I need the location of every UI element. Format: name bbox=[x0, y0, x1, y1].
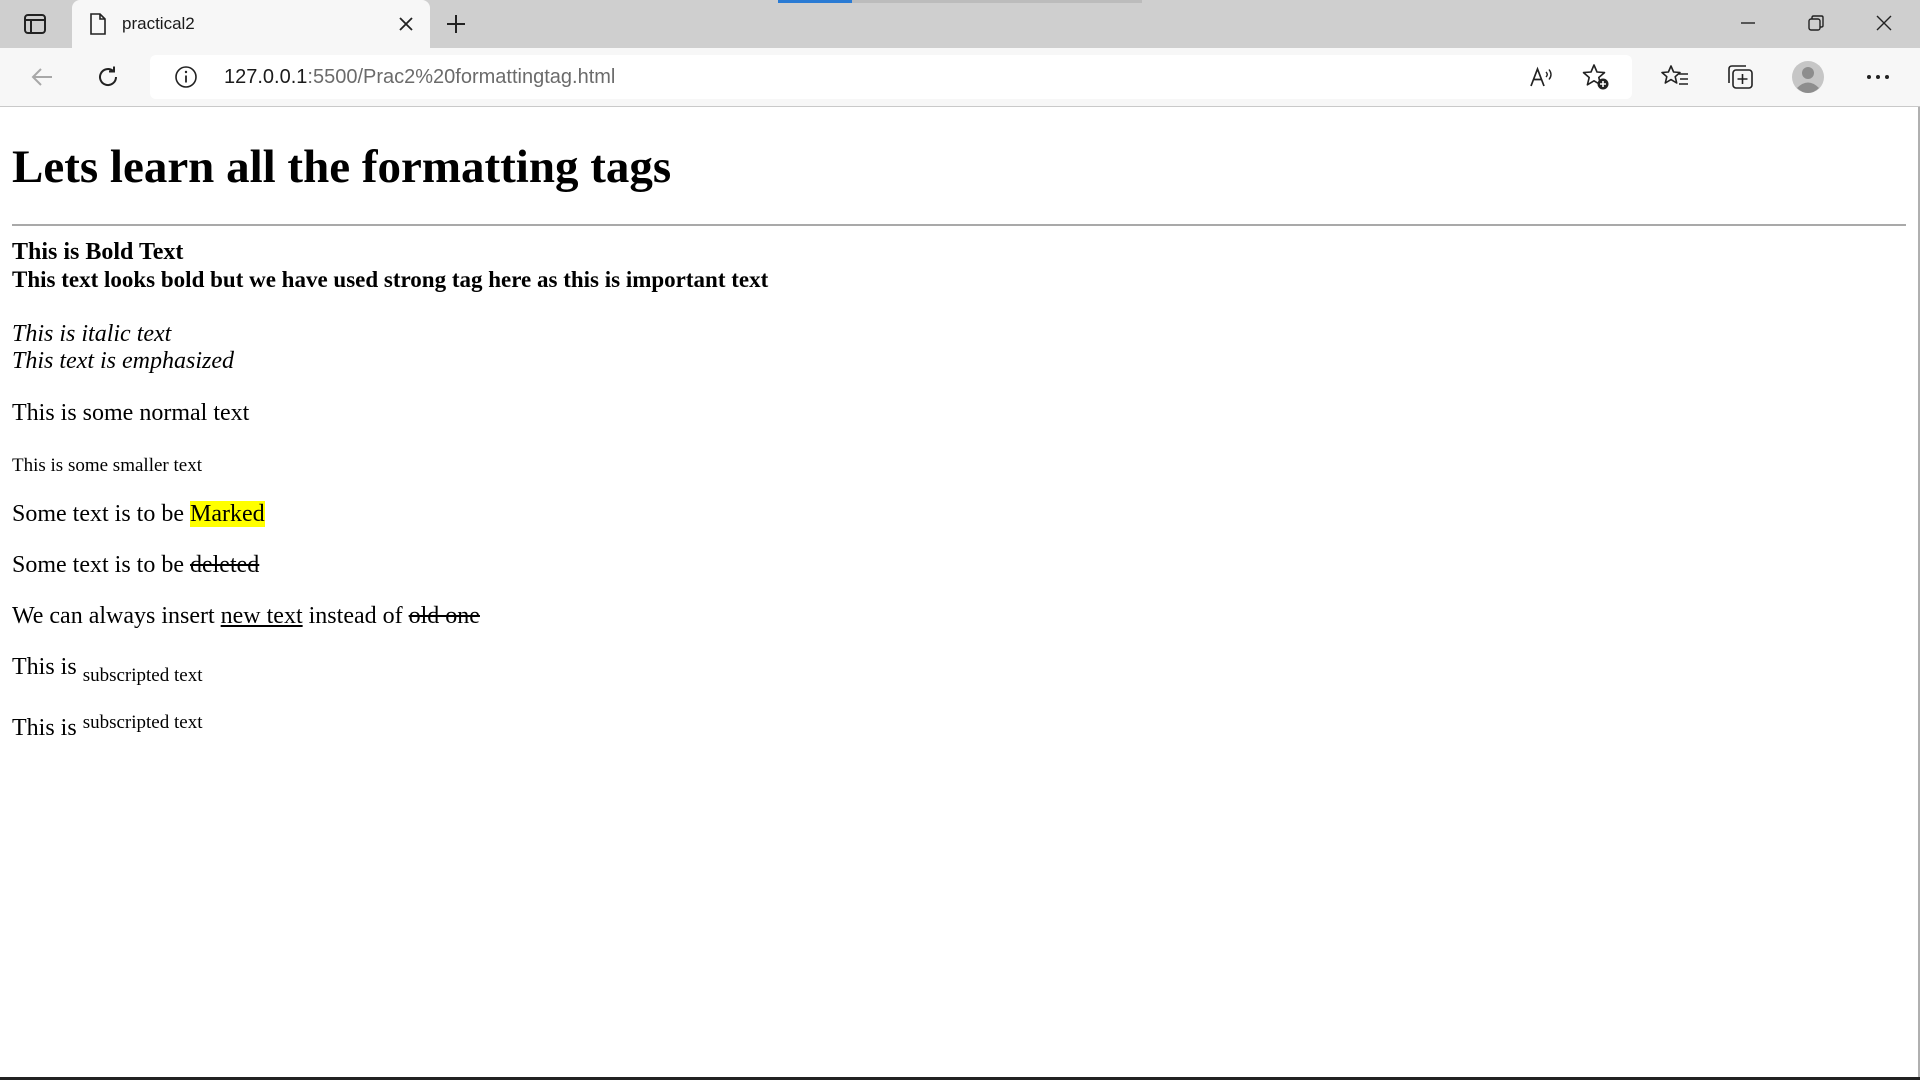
profile-button[interactable] bbox=[1788, 57, 1828, 97]
document-icon bbox=[88, 12, 108, 36]
emphasized-text: This text is emphasized bbox=[12, 348, 234, 374]
star-add-icon bbox=[1582, 64, 1609, 90]
minimize-button[interactable] bbox=[1714, 0, 1782, 46]
deleted-line-prefix: Some text is to be bbox=[12, 552, 190, 578]
close-icon bbox=[399, 17, 413, 31]
close-icon bbox=[1876, 15, 1892, 31]
inserted-text: new text bbox=[220, 603, 303, 629]
superscript-text: subscripted text bbox=[82, 712, 203, 733]
bold-text: This is Bold Text bbox=[12, 239, 184, 265]
url-path: :5500/Prac2%20formattingtag.html bbox=[307, 66, 616, 88]
minimize-icon bbox=[1741, 22, 1755, 24]
refresh-icon bbox=[99, 66, 118, 86]
settings-more-button[interactable] bbox=[1858, 57, 1898, 97]
more-icon bbox=[1867, 75, 1889, 79]
tab-actions-button[interactable] bbox=[0, 0, 70, 48]
old-deleted-text: old one bbox=[408, 603, 480, 629]
url-text[interactable]: 127.0.0.1:5500/Prac2%20formattingtag.htm… bbox=[224, 55, 615, 99]
restore-icon bbox=[1808, 15, 1824, 31]
loading-indicator bbox=[778, 0, 852, 3]
normal-text: This is some normal text bbox=[12, 400, 250, 426]
new-tab-button[interactable] bbox=[436, 4, 476, 44]
collections-button[interactable] bbox=[1720, 57, 1760, 97]
insert-line: We can always insert new text instead of… bbox=[12, 602, 480, 630]
subscript-line: This is subscripted text bbox=[12, 653, 203, 686]
marked-text: Marked bbox=[189, 501, 265, 527]
subscript-text: subscripted text bbox=[82, 665, 203, 686]
horizontal-rule bbox=[12, 224, 1906, 226]
active-tab[interactable]: practical2 bbox=[72, 0, 430, 48]
read-aloud-icon bbox=[1530, 66, 1552, 87]
read-aloud-button[interactable] bbox=[1522, 57, 1562, 97]
loading-track bbox=[852, 0, 1142, 3]
small-text: This is some smaller text bbox=[12, 455, 202, 476]
marked-line: Some text is to be Marked bbox=[12, 500, 265, 528]
add-favorite-button[interactable] bbox=[1576, 57, 1616, 97]
refresh-button[interactable] bbox=[88, 57, 128, 97]
marked-line-prefix: Some text is to be bbox=[12, 501, 190, 527]
url-host: 127.0.0.1 bbox=[224, 66, 308, 88]
avatar bbox=[1792, 61, 1824, 93]
deleted-text: deleted bbox=[189, 552, 260, 578]
back-arrow-icon bbox=[31, 68, 52, 86]
superscript-line-prefix: This is bbox=[12, 715, 83, 741]
favorites-button[interactable] bbox=[1655, 57, 1695, 97]
subscript-line-prefix: This is bbox=[12, 654, 83, 680]
browser-title-bar: practical2 bbox=[0, 0, 1920, 48]
close-tab-button[interactable] bbox=[386, 4, 426, 44]
favorites-icon bbox=[1661, 65, 1688, 85]
tab-title: practical2 bbox=[122, 14, 195, 33]
restore-button[interactable] bbox=[1782, 0, 1850, 46]
insert-line-middle: instead of bbox=[302, 603, 409, 629]
strong-text: This text looks bold but we have used st… bbox=[12, 267, 769, 292]
page-heading: Lets learn all the formatting tags bbox=[12, 141, 672, 193]
browser-toolbar: 127.0.0.1:5500/Prac2%20formattingtag.htm… bbox=[0, 48, 1920, 107]
insert-line-prefix: We can always insert bbox=[12, 603, 221, 629]
superscript-line: This is subscripted text bbox=[12, 712, 203, 744]
close-window-button[interactable] bbox=[1850, 0, 1918, 46]
plus-icon bbox=[447, 15, 465, 33]
back-button[interactable] bbox=[22, 57, 62, 97]
deleted-line: Some text is to be deleted bbox=[12, 551, 259, 579]
site-info-icon[interactable] bbox=[174, 65, 198, 89]
tab-actions-icon bbox=[24, 14, 46, 34]
page-content: Lets learn all the formatting tags This … bbox=[0, 107, 1920, 1077]
italic-text: This is italic text bbox=[12, 321, 172, 347]
address-bar[interactable]: 127.0.0.1:5500/Prac2%20formattingtag.htm… bbox=[150, 55, 1632, 99]
collections-icon bbox=[1728, 65, 1753, 89]
